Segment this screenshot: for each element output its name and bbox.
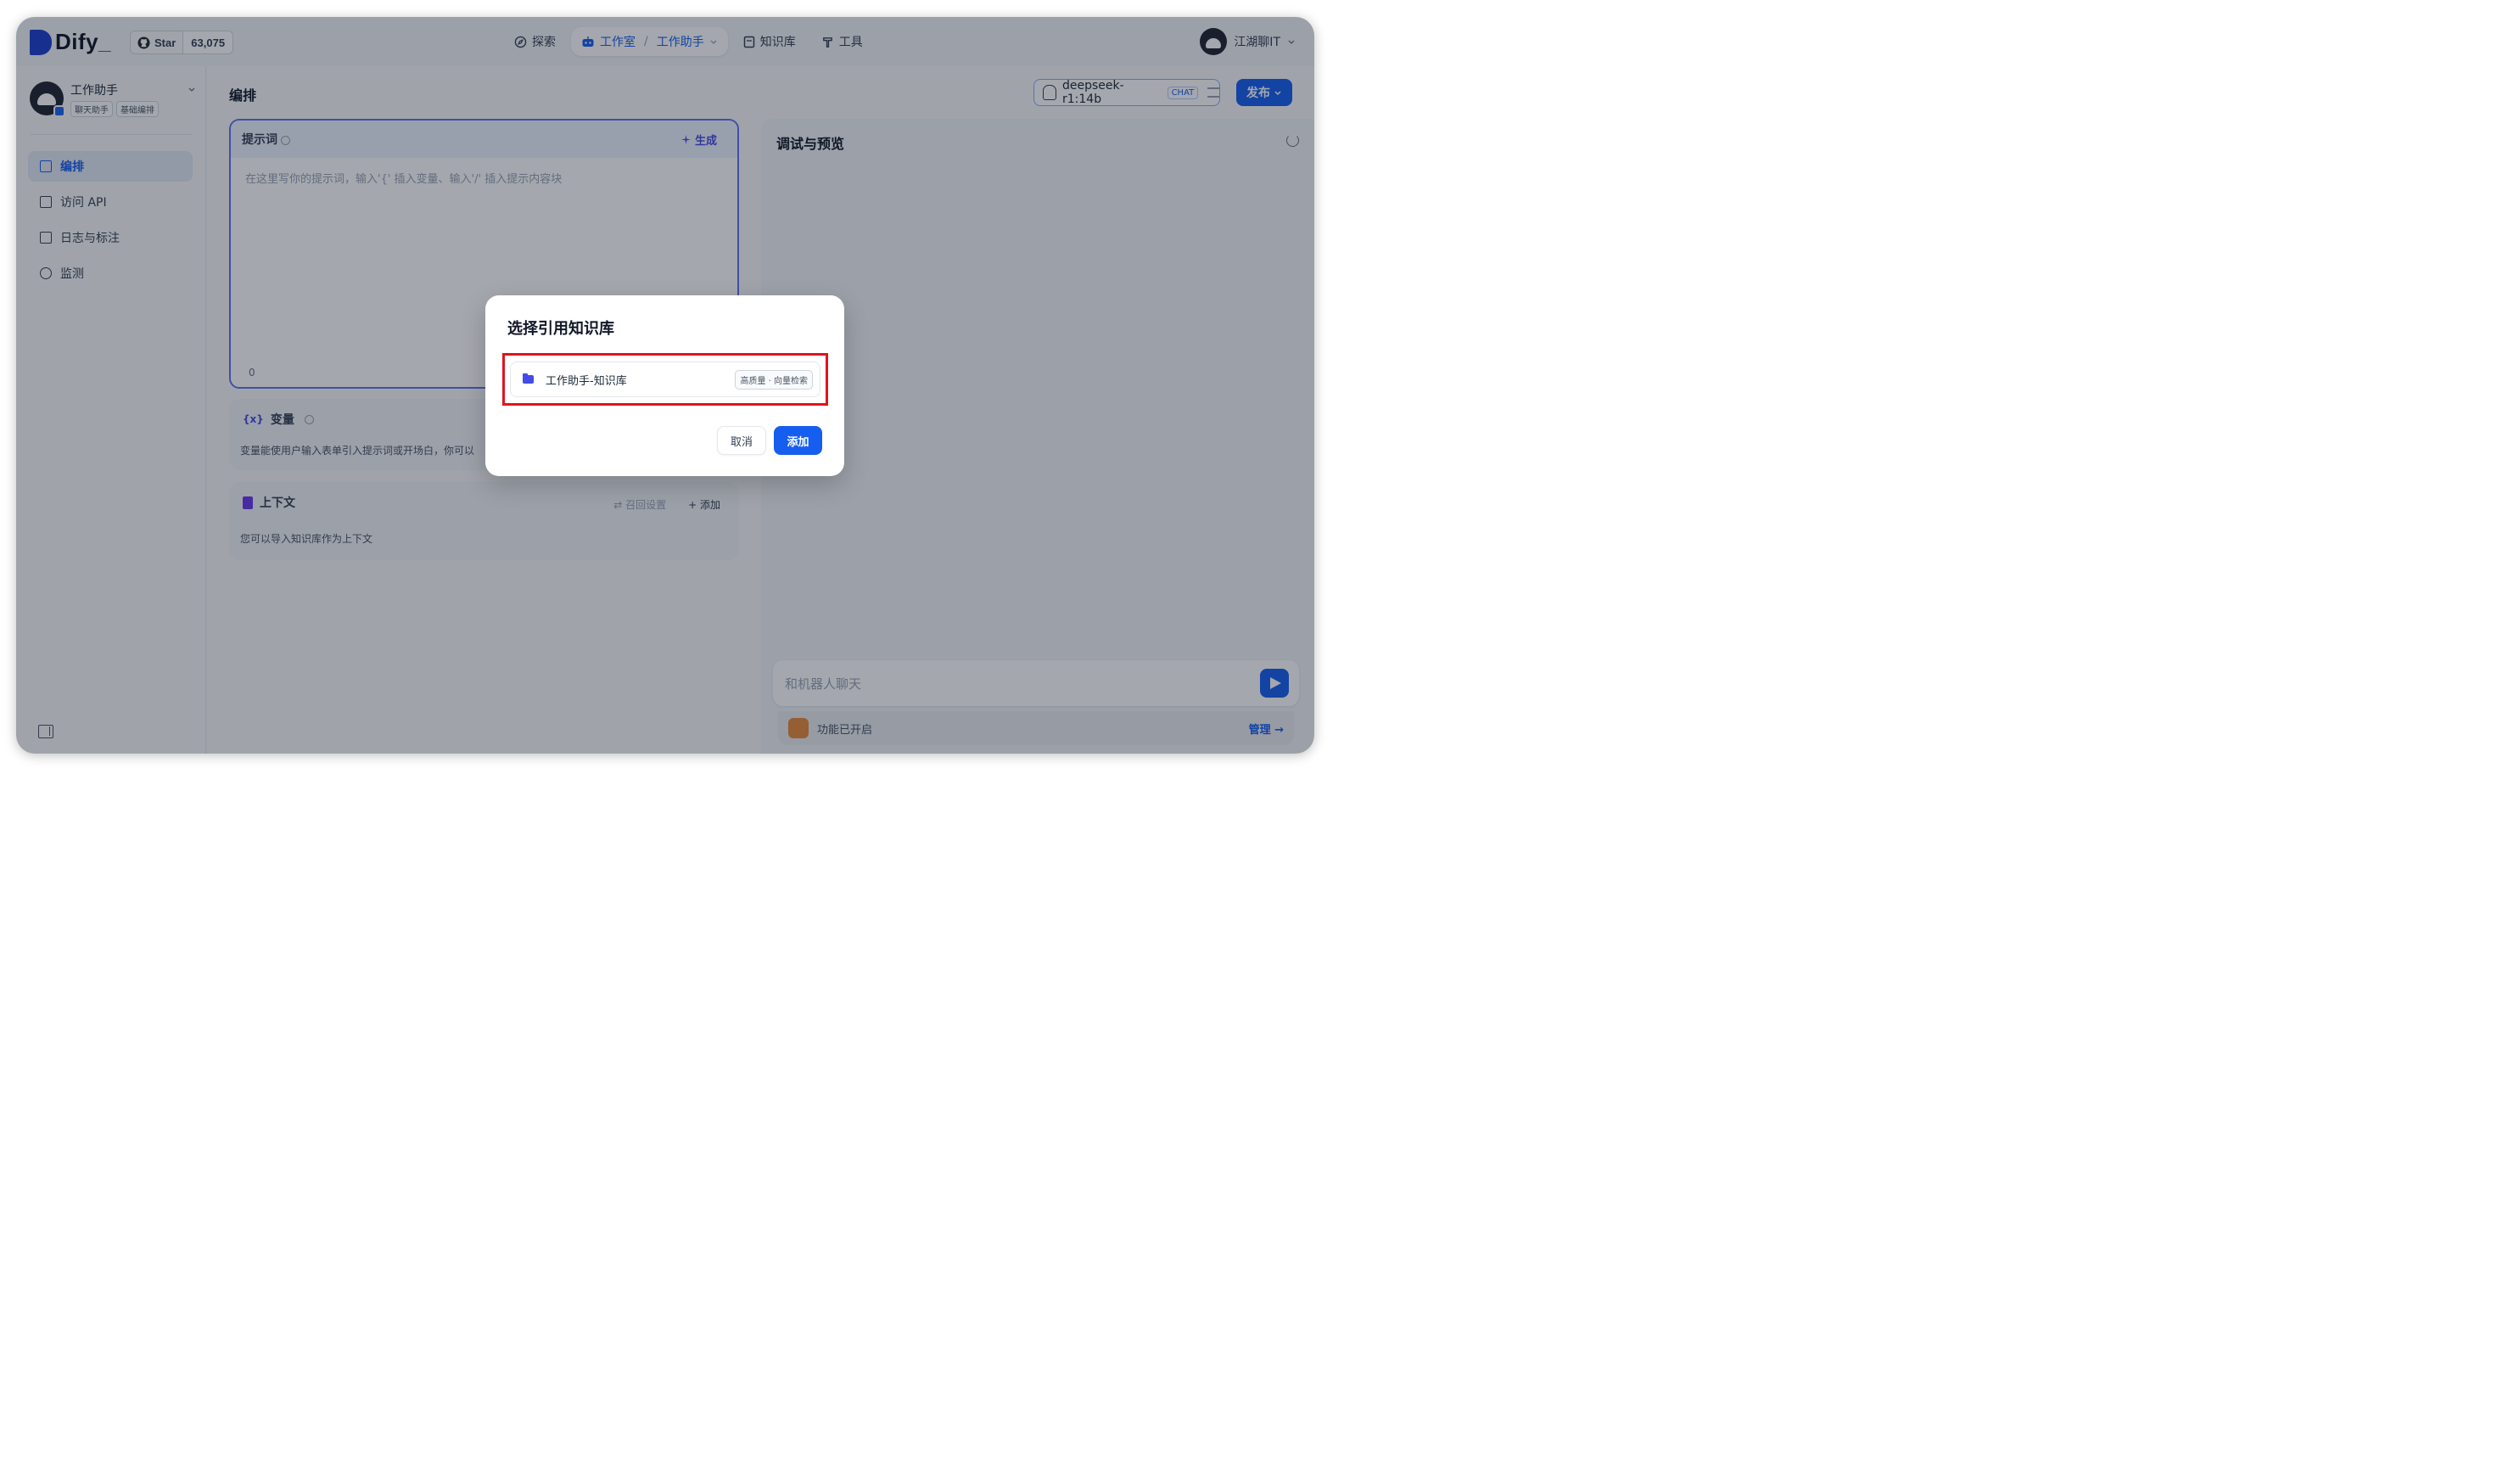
- knowledge-base-name: 工作助手-知识库: [546, 374, 627, 388]
- cancel-button[interactable]: 取消: [717, 426, 766, 455]
- knowledge-base-item[interactable]: 工作助手-知识库 高质量 · 向量检索: [510, 362, 820, 397]
- knowledge-base-index-tag: 高质量 · 向量检索: [735, 369, 813, 390]
- add-button[interactable]: 添加: [774, 426, 822, 455]
- highlight-box: 工作助手-知识库 高质量 · 向量检索: [502, 353, 828, 406]
- modal-title: 选择引用知识库: [507, 320, 614, 338]
- app-window: Dify_ Star 63,075 探索 工作室 / 工作助手 知识库 工具 江…: [16, 17, 1314, 754]
- folder-icon: [523, 373, 534, 384]
- select-knowledge-modal: 选择引用知识库 工作助手-知识库 高质量 · 向量检索 取消 添加: [485, 295, 844, 476]
